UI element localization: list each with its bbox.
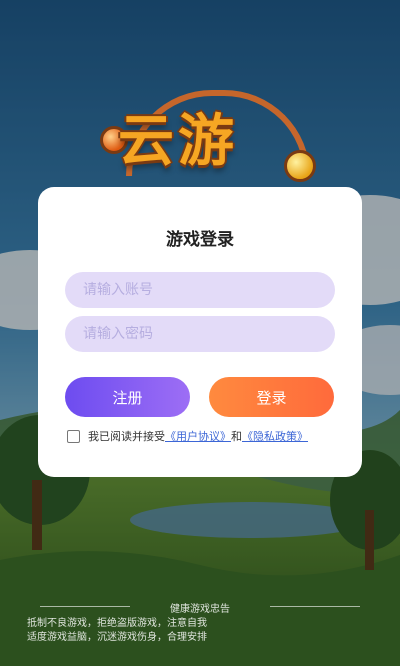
health-notice-line-1: 抵制不良游戏，拒绝盗版游戏，注意自我 (27, 618, 207, 629)
account-input[interactable] (65, 272, 335, 308)
agreement-and: 和 (231, 430, 242, 443)
privacy-policy-link[interactable]: 《隐私政策》 (242, 428, 308, 444)
user-agreement-link[interactable]: 《用户协议》 (165, 428, 231, 444)
card-title: 游戏登录 (166, 230, 234, 250)
agreement-row: 我已阅读并接受 《用户协议》 和 《隐私政策》 (67, 428, 308, 444)
agreement-checkbox[interactable] (67, 429, 80, 443)
game-logo: 云游 (118, 109, 238, 174)
agreement-prefix: 我已阅读并接受 (88, 430, 165, 443)
login-button[interactable]: 登录 (209, 377, 334, 417)
register-button[interactable]: 注册 (65, 377, 190, 417)
health-notice: 健康游戏忠告 抵制不良游戏，拒绝盗版游戏，注意自我 适度游戏益脑，沉迷游戏伤身，… (0, 600, 400, 666)
login-card: 游戏登录 注册 登录 我已阅读并接受 《用户协议》 和 《隐私政策》 (38, 187, 362, 477)
footer-divider-right (270, 606, 360, 607)
logo-coin-icon (284, 150, 316, 182)
health-notice-title: 健康游戏忠告 (170, 604, 230, 615)
password-input[interactable] (65, 316, 335, 352)
health-notice-line-2: 适度游戏益脑，沉迷游戏伤身，合理安排 (27, 632, 207, 643)
